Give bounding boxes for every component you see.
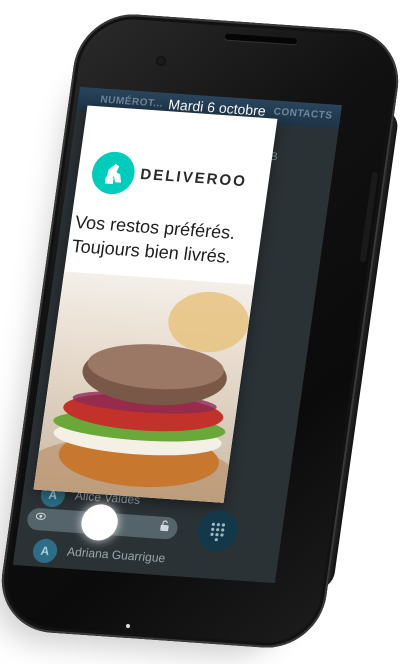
brand-name: DELIVEROO bbox=[139, 165, 248, 191]
contact-name: Adriana Guarrigue bbox=[66, 544, 167, 566]
deliveroo-kangaroo-logo bbox=[89, 150, 138, 196]
unlock-icon[interactable] bbox=[158, 520, 170, 536]
dialpad-button[interactable] bbox=[194, 509, 241, 553]
eye-icon[interactable] bbox=[35, 512, 47, 524]
ad-tagline: Vos restos préférés. Toujours bien livré… bbox=[70, 210, 237, 269]
lockscreen-ad-card[interactable]: DELIVEROO Vos restos préférés. Toujours … bbox=[33, 105, 278, 503]
contact-avatar: A bbox=[31, 538, 59, 564]
dialpad-icon bbox=[194, 522, 236, 556]
phone-mockup: NUMÉROT... CONTACTS Mardi 6 octobre 8B A… bbox=[0, 0, 400, 664]
burger-photo bbox=[33, 271, 255, 503]
front-camera bbox=[156, 56, 166, 66]
notification-led bbox=[126, 624, 130, 628]
